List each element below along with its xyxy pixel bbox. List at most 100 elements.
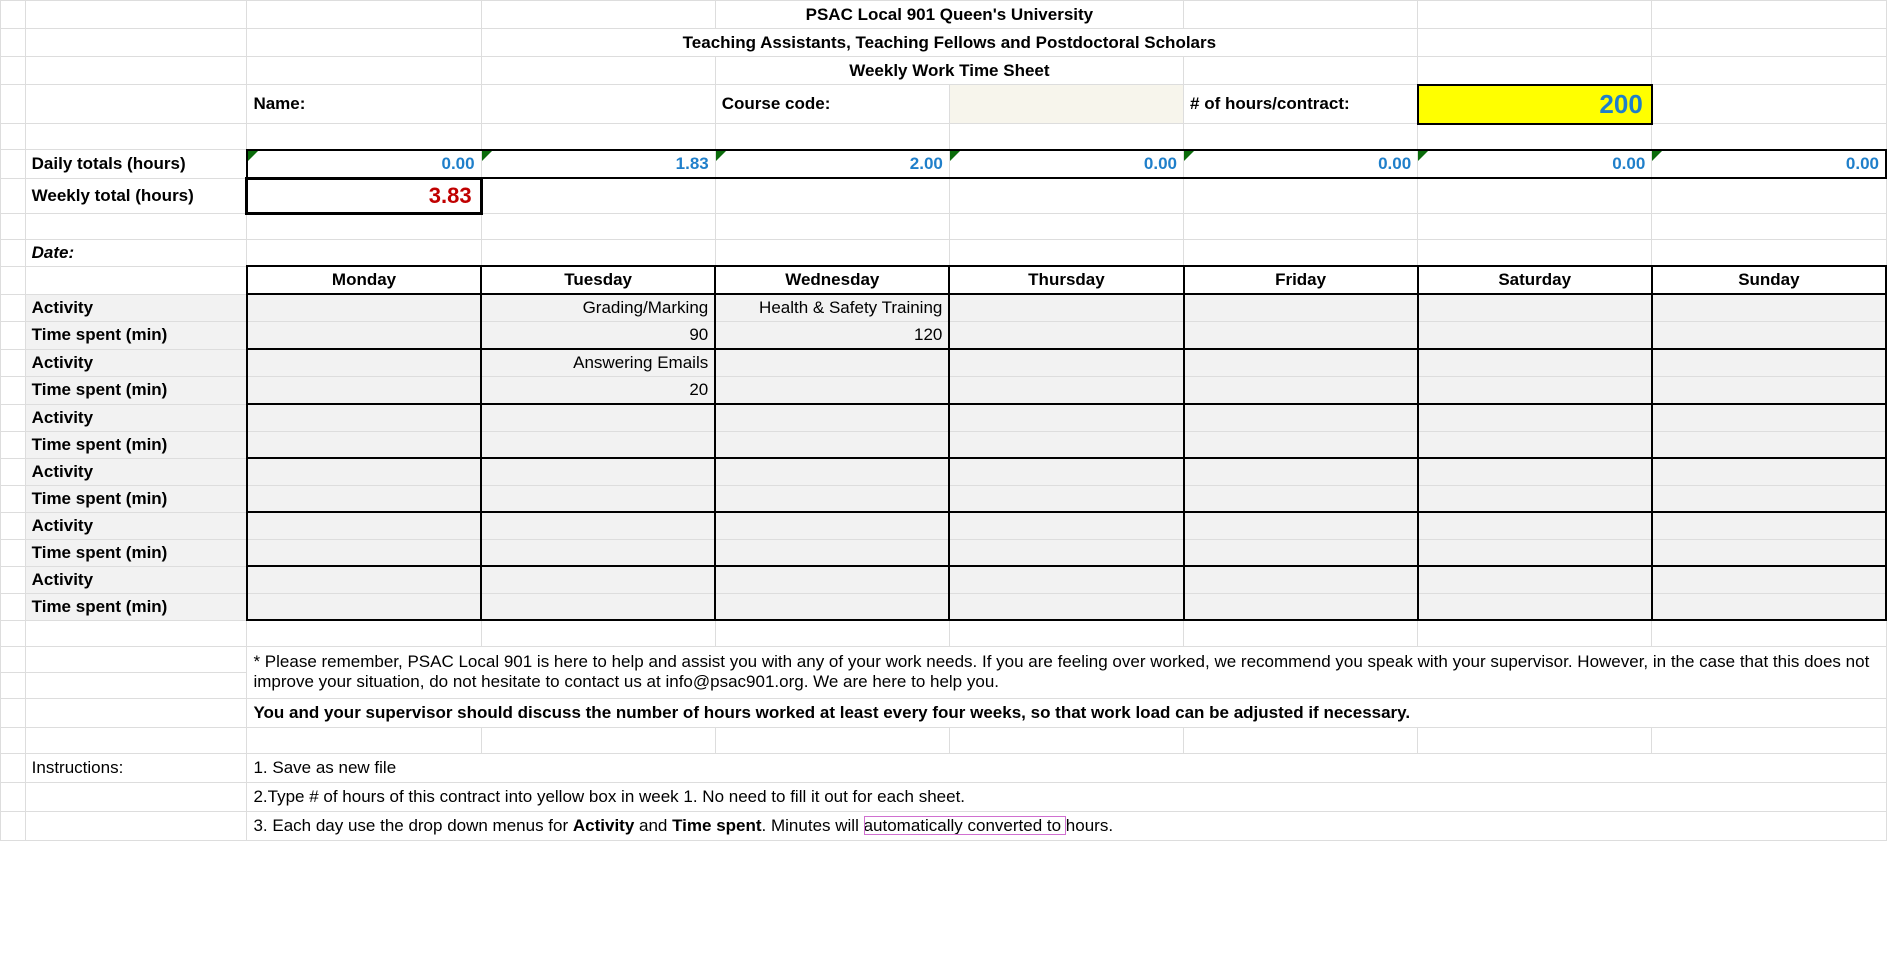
time-cell[interactable]: [247, 377, 481, 405]
time-cell[interactable]: [1652, 593, 1886, 620]
time-cell[interactable]: [1418, 322, 1652, 350]
activity-cell[interactable]: [1418, 404, 1652, 431]
activity-cell[interactable]: [715, 566, 949, 593]
time-cell[interactable]: [247, 593, 481, 620]
time-cell[interactable]: [247, 322, 481, 350]
activity-cell[interactable]: [1184, 294, 1418, 322]
instructions-label: Instructions:: [25, 753, 247, 782]
activity-cell[interactable]: [247, 404, 481, 431]
time-cell[interactable]: [949, 322, 1183, 350]
time-cell[interactable]: [715, 377, 949, 405]
time-cell[interactable]: 90: [481, 322, 715, 350]
activity-cell[interactable]: Answering Emails: [481, 349, 715, 377]
activity-cell[interactable]: [1652, 566, 1886, 593]
time-cell[interactable]: [1184, 377, 1418, 405]
time-cell[interactable]: [949, 593, 1183, 620]
time-spent-label: Time spent (min): [25, 593, 247, 620]
activity-cell[interactable]: [247, 349, 481, 377]
activity-cell[interactable]: [1652, 512, 1886, 539]
time-cell[interactable]: [1652, 485, 1886, 512]
day-head-tue: Tuesday: [481, 266, 715, 294]
activity-cell[interactable]: [1184, 512, 1418, 539]
time-cell[interactable]: [715, 431, 949, 458]
time-cell[interactable]: [247, 539, 481, 566]
activity-cell[interactable]: [247, 458, 481, 485]
daily-total-thu: 0.00: [949, 150, 1183, 179]
time-cell[interactable]: [1418, 431, 1652, 458]
name-label: Name:: [247, 85, 481, 124]
time-cell[interactable]: [247, 431, 481, 458]
time-cell[interactable]: [1652, 377, 1886, 405]
time-cell[interactable]: [715, 485, 949, 512]
time-cell[interactable]: [949, 431, 1183, 458]
activity-cell[interactable]: [247, 294, 481, 322]
activity-cell[interactable]: [949, 404, 1183, 431]
daily-total-tue: 1.83: [481, 150, 715, 179]
activity-cell[interactable]: [715, 458, 949, 485]
time-cell[interactable]: [1184, 431, 1418, 458]
instr-1: 1. Save as new file: [247, 753, 1886, 782]
activity-cell[interactable]: [1652, 458, 1886, 485]
time-cell[interactable]: [1184, 539, 1418, 566]
name-input[interactable]: [481, 85, 715, 124]
contract-hours-input[interactable]: 200: [1418, 85, 1652, 124]
time-cell[interactable]: [481, 485, 715, 512]
time-cell[interactable]: [1418, 593, 1652, 620]
activity-cell[interactable]: [949, 349, 1183, 377]
time-cell[interactable]: [949, 377, 1183, 405]
activity-cell[interactable]: [1418, 349, 1652, 377]
activity-cell[interactable]: [1652, 404, 1886, 431]
activity-cell[interactable]: [1184, 349, 1418, 377]
time-cell[interactable]: [1418, 539, 1652, 566]
time-spent-label: Time spent (min): [25, 322, 247, 350]
activity-cell[interactable]: [1184, 458, 1418, 485]
day-head-fri: Friday: [1184, 266, 1418, 294]
time-cell[interactable]: [1418, 377, 1652, 405]
activity-cell[interactable]: [247, 566, 481, 593]
activity-cell[interactable]: [481, 566, 715, 593]
activity-cell[interactable]: [481, 458, 715, 485]
time-cell[interactable]: [1652, 322, 1886, 350]
daily-total-wed: 2.00: [715, 150, 949, 179]
activity-cell[interactable]: [949, 294, 1183, 322]
time-cell[interactable]: [1184, 593, 1418, 620]
activity-cell[interactable]: [715, 404, 949, 431]
activity-cell[interactable]: [247, 512, 481, 539]
activity-cell[interactable]: [481, 512, 715, 539]
time-cell[interactable]: [1652, 431, 1886, 458]
activity-cell[interactable]: [949, 512, 1183, 539]
activity-cell[interactable]: [1418, 294, 1652, 322]
course-code-input[interactable]: [949, 85, 1183, 124]
activity-cell[interactable]: [949, 566, 1183, 593]
activity-cell[interactable]: [715, 512, 949, 539]
activity-cell[interactable]: [1652, 294, 1886, 322]
time-cell[interactable]: [481, 431, 715, 458]
activity-cell[interactable]: [715, 349, 949, 377]
time-cell[interactable]: [481, 593, 715, 620]
time-cell[interactable]: [1184, 485, 1418, 512]
time-cell[interactable]: [949, 539, 1183, 566]
activity-cell[interactable]: Grading/Marking: [481, 294, 715, 322]
activity-cell[interactable]: [481, 404, 715, 431]
activity-cell[interactable]: [1418, 512, 1652, 539]
time-cell[interactable]: [715, 539, 949, 566]
time-cell[interactable]: [247, 485, 481, 512]
activity-cell[interactable]: Health & Safety Training: [715, 294, 949, 322]
weekly-total-label: Weekly total (hours): [25, 178, 247, 213]
activity-cell[interactable]: [949, 458, 1183, 485]
time-cell[interactable]: [715, 593, 949, 620]
time-spent-label: Time spent (min): [25, 539, 247, 566]
activity-cell[interactable]: [1418, 458, 1652, 485]
time-cell[interactable]: [1184, 322, 1418, 350]
activity-cell[interactable]: [1184, 566, 1418, 593]
time-cell[interactable]: 120: [715, 322, 949, 350]
activity-cell[interactable]: [1652, 349, 1886, 377]
daily-total-mon: 0.00: [247, 150, 481, 179]
time-cell[interactable]: [1652, 539, 1886, 566]
activity-cell[interactable]: [1418, 566, 1652, 593]
time-cell[interactable]: [949, 485, 1183, 512]
time-cell[interactable]: [1418, 485, 1652, 512]
time-cell[interactable]: [481, 539, 715, 566]
activity-cell[interactable]: [1184, 404, 1418, 431]
time-cell[interactable]: 20: [481, 377, 715, 405]
